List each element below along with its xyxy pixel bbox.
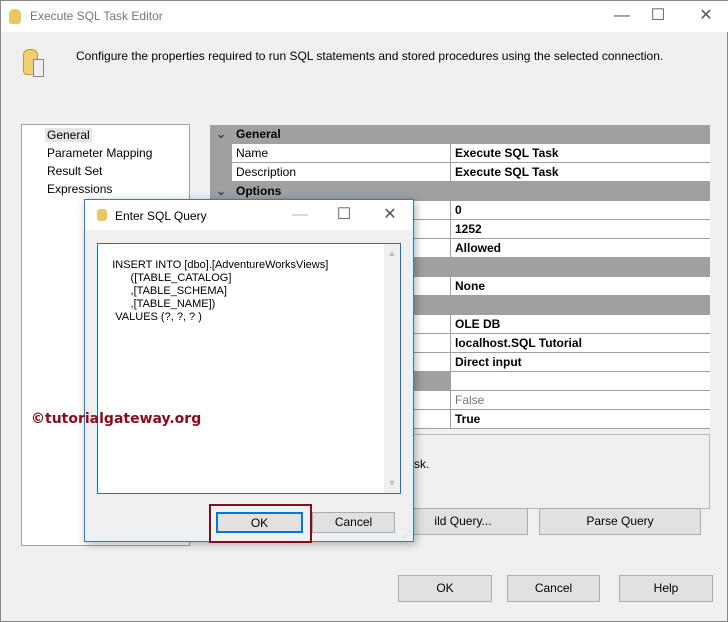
chevron-down-icon: ⌄ (216, 184, 227, 198)
dialog-title-bar: Enter SQL Query — ☐ ✕ (85, 200, 413, 230)
dialog-title: Enter SQL Query (115, 209, 207, 223)
app-icon (9, 9, 21, 24)
nav-item-expressions[interactable]: Expressions (47, 182, 112, 196)
chevron-down-icon: ⌄ (216, 127, 227, 141)
enter-sql-query-dialog: Enter SQL Query — ☐ ✕ INSERT INTO [dbo].… (84, 199, 414, 543)
category-general[interactable]: ⌄ General (210, 125, 710, 144)
dialog-ok-button[interactable]: OK (216, 512, 303, 533)
title-bar: Execute SQL Task Editor — ☐ ✕ (1, 1, 728, 32)
maximize-button[interactable]: ☐ (643, 5, 673, 27)
scrollbar[interactable]: ▲ ▼ (384, 244, 400, 493)
nav-item-parameter-mapping[interactable]: Parameter Mapping (47, 146, 152, 160)
minimize-button[interactable]: — (607, 5, 637, 27)
property-row[interactable]: Description Execute SQL Task (210, 163, 710, 182)
ok-button[interactable]: OK (398, 575, 492, 602)
watermark: ©tutorialgateway.org (31, 411, 202, 427)
dialog-cancel-button[interactable]: Cancel (312, 512, 395, 533)
property-row[interactable]: Name Execute SQL Task (210, 144, 710, 163)
window-title: Execute SQL Task Editor (30, 9, 163, 23)
header-description: Configure the properties required to run… (76, 49, 664, 63)
build-query-button[interactable]: ild Query... (398, 508, 528, 535)
parse-query-button[interactable]: Parse Query (539, 508, 701, 535)
script-icon (33, 59, 44, 77)
nav-item-result-set[interactable]: Result Set (47, 164, 102, 178)
dialog-maximize-button[interactable]: ☐ (329, 204, 359, 226)
cancel-button[interactable]: Cancel (507, 575, 600, 602)
nav-item-general[interactable]: General (45, 128, 92, 142)
sql-query-textarea[interactable]: INSERT INTO [dbo].[AdventureWorksViews] … (97, 243, 401, 494)
resize-grip-icon[interactable]: ⋰ (403, 530, 411, 539)
close-button[interactable]: ✕ (691, 5, 721, 27)
dialog-minimize-button[interactable]: — (285, 204, 315, 226)
app-icon (97, 209, 107, 221)
help-button[interactable]: Help (619, 575, 713, 602)
dialog-close-button[interactable]: ✕ (375, 204, 405, 226)
